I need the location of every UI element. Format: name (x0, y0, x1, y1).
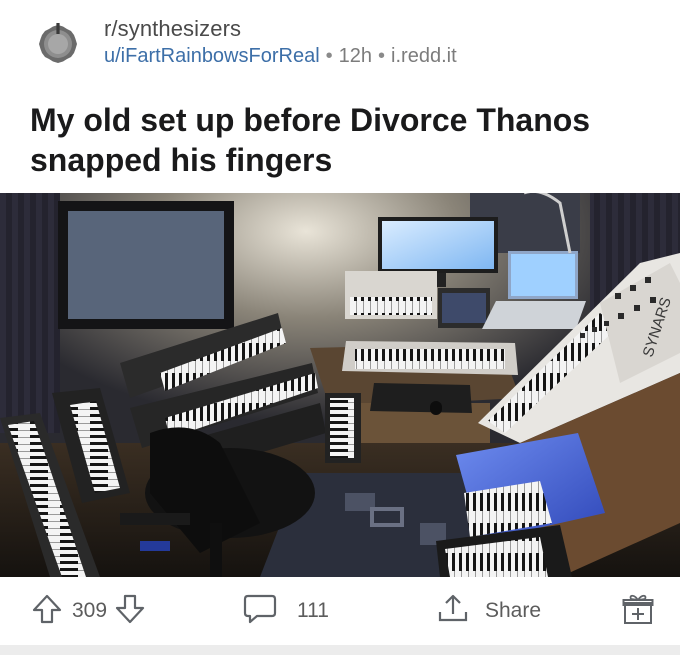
share-label: Share (485, 599, 542, 622)
post-header: r/synthesizers u/iFartRainbowsForReal • 12… (0, 0, 680, 88)
comment-count: 111 (297, 599, 329, 622)
comments-button[interactable]: 111 (243, 593, 329, 629)
post-domain[interactable]: i.redd.it (391, 45, 457, 67)
meta-separator: • (378, 45, 386, 67)
speech-bubble-icon (243, 593, 277, 630)
post-age: 12h (338, 45, 373, 67)
share-button[interactable]: Share (437, 593, 541, 629)
share-upload-icon (437, 593, 469, 630)
gift-box-icon (622, 592, 654, 631)
award-button[interactable] (622, 593, 654, 629)
meta-separator: • (325, 45, 333, 67)
post-title[interactable]: My old set up before Divorce Thanos snap… (30, 100, 650, 180)
synth-knob-icon (31, 15, 85, 69)
vote-group: 309 (32, 593, 145, 629)
post-action-bar: 309 111 Share (0, 577, 680, 645)
feed-divider (0, 645, 680, 655)
post-image[interactable]: SYNARS (0, 193, 680, 577)
author-link[interactable]: u/iFartRainbowsForReal (104, 45, 320, 67)
arrow-up-icon[interactable] (32, 593, 62, 630)
subreddit-avatar[interactable] (30, 14, 86, 70)
arrow-down-icon[interactable] (115, 593, 145, 630)
subreddit-name[interactable]: r/synthesizers (104, 16, 241, 42)
post-meta: u/iFartRainbowsForReal • 12h • i.redd.it (104, 45, 457, 68)
studio-photo: SYNARS (0, 193, 680, 577)
upvote-count: 309 (72, 599, 108, 622)
